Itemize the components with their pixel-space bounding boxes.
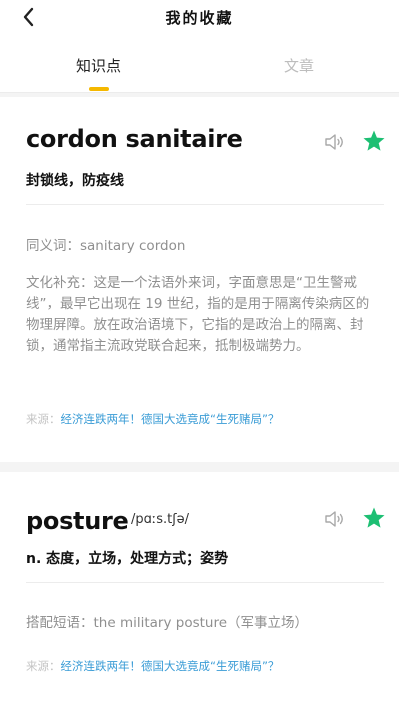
speaker-icon[interactable] (324, 509, 346, 529)
divider (26, 204, 384, 205)
source-label: 来源： (26, 659, 61, 673)
active-tab-indicator (89, 87, 109, 91)
star-icon[interactable] (362, 506, 386, 530)
favorite-card: cordon sanitaire 封锁线，防疫线 同义词：sanitary co… (0, 97, 399, 462)
word-title: posture (26, 507, 129, 535)
cultural-note: 文化补充：这是一个法语外来词，字面意思是“卫生警戒线”，最早它出现在 19 世纪… (26, 275, 370, 354)
divider (26, 582, 384, 583)
page-title: 我的收藏 (165, 9, 234, 27)
word-meaning: n. 态度，立场，处理方式；姿势 (26, 551, 229, 567)
source-article-link[interactable]: 经济连跌两年！德国大选竟成“生死赌局”？ (61, 412, 280, 426)
speaker-icon[interactable] (324, 132, 346, 152)
favorite-card: posture /pɑːs.tʃə/ n. 态度，立场，处理方式；姿势 搭配短语… (0, 472, 399, 720)
synonym-text: 同义词：sanitary cordon (26, 238, 186, 254)
phonetic: /pɑːs.tʃə/ (131, 512, 190, 527)
source-line: 来源：经济连跌两年！德国大选竟成“生死赌局”？ (26, 411, 279, 427)
tab-knowledge-points[interactable]: 知识点 (76, 55, 121, 76)
source-line: 来源：经济连跌两年！德国大选竟成“生死赌局”？ (26, 658, 279, 674)
tab-articles[interactable]: 文章 (284, 55, 314, 76)
app-header: 我的收藏 (0, 0, 399, 35)
source-label: 来源： (26, 412, 61, 426)
word-title: cordon sanitaire (26, 125, 243, 153)
star-icon[interactable] (362, 129, 386, 153)
collocation-text: 搭配短语：the military posture（军事立场） (26, 615, 309, 631)
word-meaning: 封锁线，防疫线 (26, 173, 124, 189)
source-article-link[interactable]: 经济连跌两年！德国大选竟成“生死赌局”？ (61, 659, 280, 673)
tab-bar: 知识点 文章 (0, 35, 399, 93)
